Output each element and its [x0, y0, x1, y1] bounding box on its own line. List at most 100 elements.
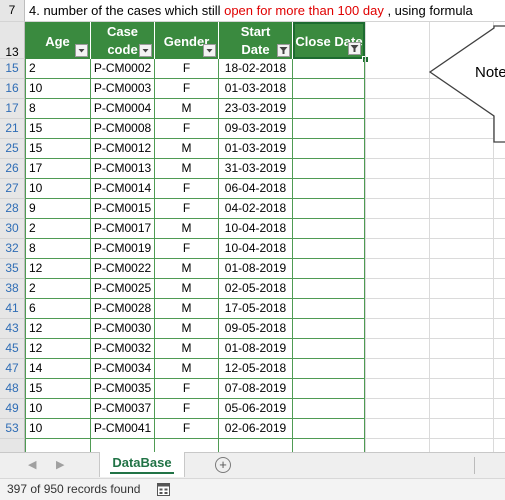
start-date-cell[interactable]: 02-05-2018 [219, 279, 293, 299]
gender-cell[interactable]: F [155, 179, 219, 199]
row-header[interactable]: 45 [0, 339, 25, 359]
row-header[interactable]: 21 [0, 119, 25, 139]
start-date-cell[interactable]: 06-04-2018 [219, 179, 293, 199]
gender-cell[interactable]: F [155, 379, 219, 399]
row-header[interactable]: 32 [0, 239, 25, 259]
close-date-cell[interactable] [293, 119, 365, 139]
case-code-cell[interactable]: P-CM0028 [91, 299, 155, 319]
case-code-cell[interactable]: P-CM0025 [91, 279, 155, 299]
close-date-cell[interactable] [293, 379, 365, 399]
gender-cell[interactable]: M [155, 339, 219, 359]
row-header[interactable]: 48 [0, 379, 25, 399]
start-date-cell[interactable] [219, 439, 293, 452]
start-date-cell[interactable]: 01-08-2019 [219, 339, 293, 359]
gender-cell[interactable]: F [155, 79, 219, 99]
gender-cell[interactable]: M [155, 159, 219, 179]
start-date-cell[interactable]: 09-03-2019 [219, 119, 293, 139]
case-code-cell[interactable]: P-CM0017 [91, 219, 155, 239]
start-date-cell[interactable]: 02-06-2019 [219, 419, 293, 439]
close-date-cell[interactable] [293, 439, 365, 452]
start-date-cell[interactable]: 01-08-2019 [219, 259, 293, 279]
gender-cell[interactable]: M [155, 259, 219, 279]
case-code-cell[interactable]: P-CM0041 [91, 419, 155, 439]
gender-cell[interactable]: F [155, 59, 219, 79]
age-cell[interactable]: 15 [25, 139, 91, 159]
case-code-cell[interactable]: P-CM0019 [91, 239, 155, 259]
case-code-cell[interactable]: P-CM0013 [91, 159, 155, 179]
close-date-cell[interactable] [293, 59, 365, 79]
column-header-close-date[interactable]: Close Date [293, 22, 365, 59]
close-date-cell[interactable] [293, 339, 365, 359]
start-date-cell[interactable]: 10-04-2018 [219, 239, 293, 259]
gender-cell[interactable]: M [155, 99, 219, 119]
plus-circle-icon[interactable]: + [215, 457, 231, 473]
close-date-cell[interactable] [293, 299, 365, 319]
case-code-cell[interactable]: P-CM0030 [91, 319, 155, 339]
row-header-7[interactable]: 7 [0, 0, 25, 22]
case-code-cell[interactable] [91, 439, 155, 452]
close-date-cell[interactable] [293, 159, 365, 179]
close-date-cell[interactable] [293, 219, 365, 239]
age-filter-button[interactable] [75, 44, 88, 57]
age-cell[interactable]: 12 [25, 319, 91, 339]
close-date-cell[interactable] [293, 399, 365, 419]
gender-cell[interactable]: M [155, 319, 219, 339]
gender-cell[interactable]: M [155, 139, 219, 159]
close-date-cell[interactable] [293, 99, 365, 119]
start-date-cell[interactable]: 23-03-2019 [219, 99, 293, 119]
start-date-cell[interactable]: 09-05-2018 [219, 319, 293, 339]
case-code-cell[interactable]: P-CM0004 [91, 99, 155, 119]
gender-cell[interactable]: F [155, 199, 219, 219]
close-date-cell[interactable] [293, 259, 365, 279]
case-code-cell[interactable]: P-CM0032 [91, 339, 155, 359]
age-cell[interactable]: 12 [25, 259, 91, 279]
row-header[interactable]: 53 [0, 419, 25, 439]
age-cell[interactable]: 2 [25, 219, 91, 239]
start-date-cell[interactable]: 18-02-2018 [219, 59, 293, 79]
start-date-cell[interactable]: 10-04-2018 [219, 219, 293, 239]
start-date-cell[interactable]: 01-03-2018 [219, 79, 293, 99]
age-cell[interactable]: 8 [25, 239, 91, 259]
case-code-cell[interactable]: P-CM0012 [91, 139, 155, 159]
gender-cell[interactable]: F [155, 119, 219, 139]
note-callout-shape[interactable]: Note [428, 14, 505, 144]
case-code-cell[interactable]: P-CM0022 [91, 259, 155, 279]
close-date-cell[interactable] [293, 239, 365, 259]
case-code-cell[interactable]: P-CM0015 [91, 199, 155, 219]
spreadsheet-grid[interactable]: 7 4. number of the cases which still ope… [0, 0, 505, 452]
age-cell[interactable]: 10 [25, 399, 91, 419]
start-date-cell[interactable]: 12-05-2018 [219, 359, 293, 379]
age-cell[interactable]: 9 [25, 199, 91, 219]
triangle-left-icon[interactable]: ◀ [28, 458, 36, 471]
age-cell[interactable]: 17 [25, 159, 91, 179]
start-date-cell[interactable]: 01-03-2019 [219, 139, 293, 159]
row-header[interactable]: 26 [0, 159, 25, 179]
close-date-filter-button[interactable] [348, 42, 361, 55]
start-date-cell[interactable]: 17-05-2018 [219, 299, 293, 319]
row-header[interactable]: 16 [0, 79, 25, 99]
row-header[interactable]: 28 [0, 199, 25, 219]
close-date-cell[interactable] [293, 419, 365, 439]
age-cell[interactable]: 12 [25, 339, 91, 359]
case-code-cell[interactable]: P-CM0002 [91, 59, 155, 79]
gender-cell[interactable]: F [155, 399, 219, 419]
sheet-tab-database[interactable]: DataBase [99, 452, 185, 477]
triangle-right-icon[interactable]: ▶ [56, 458, 64, 471]
close-date-cell[interactable] [293, 319, 365, 339]
row-header[interactable]: 49 [0, 399, 25, 419]
case-code-cell[interactable]: P-CM0034 [91, 359, 155, 379]
close-date-cell[interactable] [293, 179, 365, 199]
column-header-start-date[interactable]: Start Date [219, 22, 293, 59]
row-header-13[interactable]: 13 [0, 22, 25, 59]
row-header[interactable]: 17 [0, 99, 25, 119]
gender-cell[interactable]: M [155, 279, 219, 299]
case-code-cell[interactable]: P-CM0003 [91, 79, 155, 99]
age-cell[interactable]: 10 [25, 419, 91, 439]
column-header-age[interactable]: Age [25, 22, 91, 59]
gender-cell[interactable]: F [155, 419, 219, 439]
row-header[interactable]: 27 [0, 179, 25, 199]
gender-cell[interactable]: M [155, 359, 219, 379]
case-code-filter-button[interactable] [139, 44, 152, 57]
record-macro-icon[interactable] [157, 483, 170, 496]
gender-cell[interactable] [155, 439, 219, 452]
